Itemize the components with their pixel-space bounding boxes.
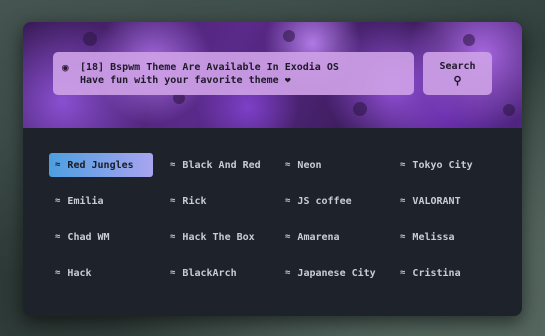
wave-icon: ≈: [285, 160, 291, 170]
wave-icon: ≈: [55, 196, 61, 206]
wave-icon: ≈: [170, 196, 176, 206]
search-line-1: [18] Bspwm Theme Are Available In Exodia…: [80, 61, 339, 73]
theme-item[interactable]: ≈ Chad WM: [49, 225, 153, 249]
wave-icon: ≈: [285, 232, 291, 242]
search-input[interactable]: ◉ [18] Bspwm Theme Are Available In Exod…: [53, 52, 414, 95]
search-button-label: Search: [439, 60, 476, 72]
theme-item[interactable]: ≈ Japanese City: [279, 261, 383, 285]
theme-item-label: Black And Red: [182, 159, 261, 171]
theme-item-label: Amarena: [297, 231, 340, 243]
theme-item-label: Emilia: [67, 195, 104, 207]
search-button[interactable]: Search ⚲: [423, 52, 492, 95]
theme-item-label: Hack The Box: [182, 231, 255, 243]
theme-item-label: Cristina: [412, 267, 461, 279]
theme-selector-window: ◉ [18] Bspwm Theme Are Available In Exod…: [23, 22, 522, 316]
search-message: [18] Bspwm Theme Are Available In Exodia…: [80, 61, 339, 87]
wave-icon: ≈: [400, 232, 406, 242]
theme-item[interactable]: ≈ Neon: [279, 153, 383, 177]
theme-item-label: Japanese City: [297, 267, 376, 279]
wave-icon: ≈: [400, 196, 406, 206]
theme-item[interactable]: ≈ Black And Red: [164, 153, 268, 177]
wave-icon: ≈: [400, 268, 406, 278]
theme-item[interactable]: ≈ Cristina: [394, 261, 498, 285]
theme-item-label: Hack: [67, 267, 92, 279]
theme-item[interactable]: ≈ VALORANT: [394, 189, 498, 213]
theme-item-label: Neon: [297, 159, 322, 171]
theme-item[interactable]: ≈ Tokyo City: [394, 153, 498, 177]
magnifier-icon: ⚲: [453, 73, 462, 87]
wave-icon: ≈: [170, 268, 176, 278]
theme-item-label: Melissa: [412, 231, 455, 243]
wave-icon: ≈: [55, 268, 61, 278]
theme-item-label: Chad WM: [67, 231, 110, 243]
banner-image: ◉ [18] Bspwm Theme Are Available In Exod…: [23, 22, 522, 128]
palette-icon: ◉: [62, 61, 69, 74]
theme-item[interactable]: ≈ Rick: [164, 189, 268, 213]
wave-icon: ≈: [285, 268, 291, 278]
theme-item-label: Rick: [182, 195, 207, 207]
wave-icon: ≈: [170, 232, 176, 242]
theme-item-label: JS coffee: [297, 195, 352, 207]
wave-icon: ≈: [55, 160, 61, 170]
wave-icon: ≈: [285, 196, 291, 206]
theme-item[interactable]: ≈ Emilia: [49, 189, 153, 213]
theme-grid: ≈ Red Jungles ≈ Black And Red ≈ Neon ≈ Tokyo Ci…: [49, 153, 509, 297]
theme-item-label: VALORANT: [412, 195, 461, 207]
wave-icon: ≈: [55, 232, 61, 242]
theme-item-label: BlackArch: [182, 267, 237, 279]
theme-item[interactable]: ≈ Hack The Box: [164, 225, 268, 249]
theme-item[interactable]: ≈ BlackArch: [164, 261, 268, 285]
theme-item-label: Tokyo City: [412, 159, 473, 171]
wave-icon: ≈: [400, 160, 406, 170]
wave-icon: ≈: [170, 160, 176, 170]
theme-item-label: Red Jungles: [67, 159, 134, 171]
theme-item[interactable]: ≈ Amarena: [279, 225, 383, 249]
theme-item[interactable]: ≈ Red Jungles: [49, 153, 153, 177]
theme-item[interactable]: ≈ JS coffee: [279, 189, 383, 213]
theme-item[interactable]: ≈ Melissa: [394, 225, 498, 249]
theme-item[interactable]: ≈ Hack: [49, 261, 153, 285]
search-line-2: Have fun with your favorite theme ❤: [80, 74, 291, 86]
